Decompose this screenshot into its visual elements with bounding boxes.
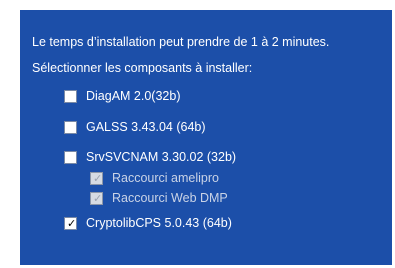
component-label: DiagAM 2.0(32b) [86,89,181,103]
diagam-checkbox[interactable] [64,89,77,103]
checkmark-icon: ✓ [93,171,103,185]
component-label: SrvSVCNAM 3.30.02 (32b) [86,150,237,164]
checkmark-icon: ✓ [67,216,77,230]
component-diagam[interactable]: DiagAM 2.0(32b) [64,89,181,103]
checkmark-icon: ✓ [93,191,103,205]
component-raccourci-web-dmp: ✓ Raccourci Web DMP [90,191,228,205]
installer-panel: Le temps d’installation peut prendre de … [20,10,392,265]
component-label: Raccourci amelipro [112,171,219,185]
raccourci-web-dmp-checkbox: ✓ [90,191,103,205]
component-label: Raccourci Web DMP [112,191,228,205]
component-srvsvcnam[interactable]: SrvSVCNAM 3.30.02 (32b) [64,150,236,164]
raccourci-amelipro-checkbox: ✓ [90,171,103,185]
component-label: CryptolibCPS 5.0.43 (64b) [86,216,232,230]
component-label: GALSS 3.43.04 (64b) [86,120,206,134]
srvsvcnam-checkbox[interactable] [64,150,77,164]
component-cryptolibcps[interactable]: ✓ CryptolibCPS 5.0.43 (64b) [64,216,232,230]
cryptolibcps-checkbox[interactable]: ✓ [64,216,77,230]
install-duration-text: Le temps d’installation peut prendre de … [32,35,330,49]
galss-checkbox[interactable] [64,120,77,134]
select-components-text: Sélectionner les composants à installer: [32,61,253,75]
component-galss[interactable]: GALSS 3.43.04 (64b) [64,120,206,134]
component-raccourci-amelipro: ✓ Raccourci amelipro [90,171,219,185]
